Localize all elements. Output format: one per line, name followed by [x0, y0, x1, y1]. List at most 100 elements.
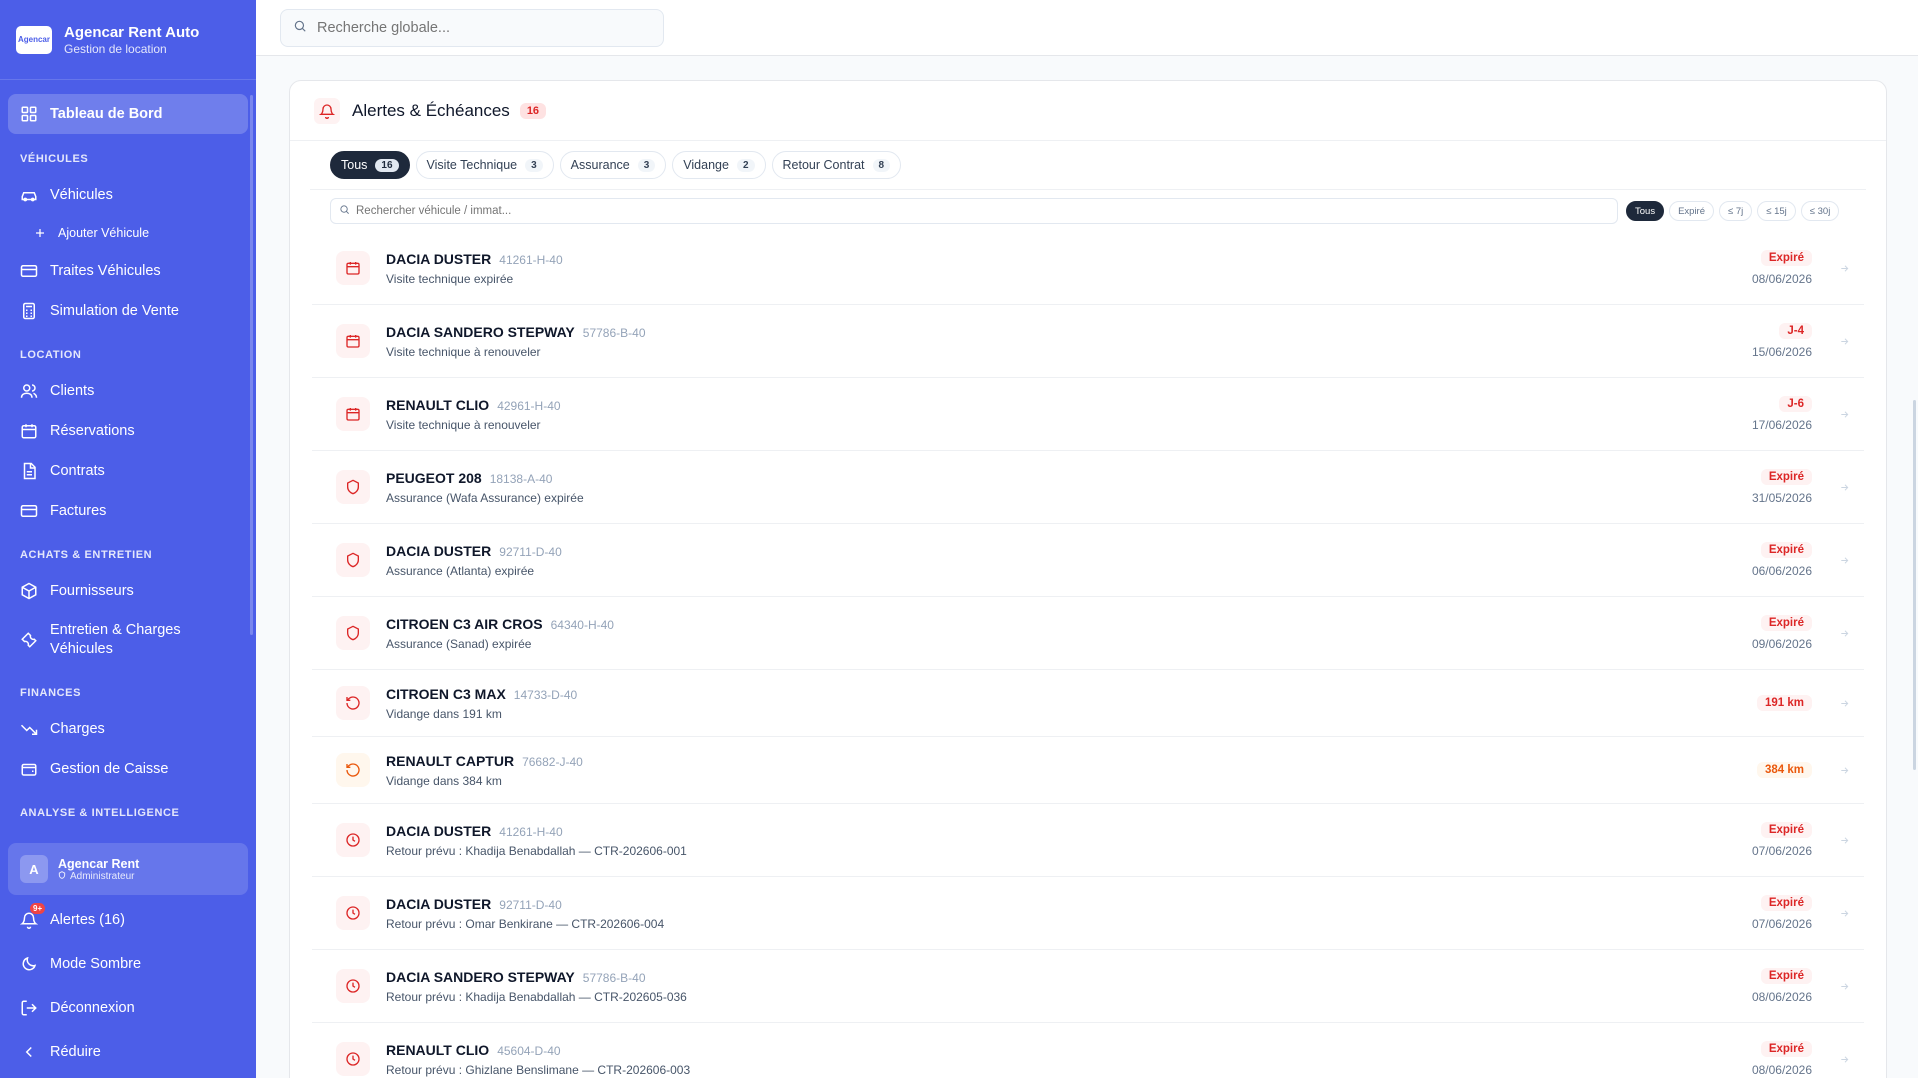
arrow-right-icon[interactable]	[1836, 333, 1852, 349]
status-badge: J-6	[1779, 396, 1812, 412]
tab-tous[interactable]: Tous 16	[330, 151, 410, 179]
chip-tous[interactable]: Tous	[1626, 201, 1665, 221]
card-title: Alertes & Échéances	[352, 100, 510, 120]
vehicle-name: RENAULT CLIO	[386, 1041, 490, 1058]
arrow-right-icon[interactable]	[1836, 552, 1852, 568]
calculator-icon	[20, 302, 38, 320]
sidebar-item-vehicules[interactable]: Véhicules	[8, 176, 248, 214]
tab-visite-technique[interactable]: Visite Technique 3	[415, 151, 554, 179]
alert-row[interactable]: DACIA SANDERO STEPWAY 57786-B-40 Visite te…	[312, 305, 1864, 378]
tab-count: 8	[872, 158, 891, 172]
arrow-right-icon[interactable]	[1836, 905, 1852, 921]
global-search[interactable]	[280, 9, 664, 47]
alert-row[interactable]: CITROEN C3 MAX 14733-D-40 Vidange dans 191…	[312, 670, 1864, 737]
chip-7j[interactable]: ≤ 7j	[1719, 201, 1753, 221]
alert-row[interactable]: DACIA DUSTER 41261-H-40 Visite technique e…	[312, 232, 1864, 305]
chip-expire[interactable]: Expiré	[1669, 201, 1715, 221]
tab-label: Tous	[341, 158, 368, 172]
alert-description: Assurance (Sanad) expirée	[386, 636, 532, 651]
dark-mode-toggle[interactable]: Mode Sombre	[8, 943, 248, 985]
alert-row[interactable]: RENAULT CAPTUR 76682-J-40 Vidange dans 384…	[312, 737, 1864, 804]
vehicle-name: DACIA SANDERO STEPWAY	[386, 323, 575, 340]
package-icon	[20, 582, 38, 600]
sidebar-item-reservations[interactable]: Réservations	[8, 412, 248, 450]
tab-assurance[interactable]: Assurance 3	[559, 151, 667, 179]
alert-row[interactable]: DACIA DUSTER 92711-D-40 Assurance (Atlanta…	[312, 524, 1864, 597]
users-icon	[20, 382, 38, 400]
tab-retour-contrat[interactable]: Retour Contrat 8	[771, 151, 902, 179]
alerts-button[interactable]: 9+ Alertes (16)	[8, 899, 248, 941]
sidebar-item-dashboard[interactable]: Tableau de Bord	[8, 94, 248, 134]
sidebar-item-fournisseurs[interactable]: Fournisseurs	[8, 572, 248, 610]
tab-count: 2	[736, 158, 755, 172]
vehicle-name: DACIA DUSTER	[386, 895, 492, 912]
tab-label: Retour Contrat	[782, 158, 865, 172]
calendar-icon	[336, 397, 370, 431]
vehicle-search-input[interactable]	[356, 205, 1609, 217]
sidebar-item-label: Gestion de Caisse	[50, 761, 169, 777]
sidebar-item-caisse[interactable]: Gestion de Caisse	[8, 750, 248, 788]
clock-icon	[336, 896, 370, 930]
sidebar-item-label: Tableau de Bord	[50, 106, 163, 122]
arrow-right-icon[interactable]	[1836, 978, 1852, 994]
sidebar-item-contrats[interactable]: Contrats	[8, 452, 248, 490]
alert-description: Assurance (Atlanta) expirée	[386, 563, 535, 578]
logout-button[interactable]: Déconnexion	[8, 987, 248, 1029]
sidebar-item-traites[interactable]: Traites Véhicules	[8, 252, 248, 290]
sidebar-item-ajouter-vehicule[interactable]: Ajouter Véhicule	[8, 216, 248, 250]
search-icon	[339, 202, 350, 220]
calendar-icon	[336, 324, 370, 358]
tab-vidange[interactable]: Vidange 2	[672, 151, 766, 179]
vehicle-plate: 92711-D-40	[499, 544, 562, 559]
sidebar-item-simulation[interactable]: Simulation de Vente	[8, 292, 248, 330]
brand[interactable]: Agencar Agencar Rent Auto Gestion de loc…	[0, 0, 256, 80]
arrow-right-icon[interactable]	[1836, 479, 1852, 495]
sidebar-item-factures[interactable]: Factures	[8, 492, 248, 530]
brand-title: Agencar Rent Auto	[64, 23, 200, 41]
alert-row[interactable]: DACIA DUSTER 41261-H-40 Retour prévu : Kha…	[312, 804, 1864, 877]
alert-description: Retour prévu : Ghizlane Benslimane — CTR…	[386, 1062, 691, 1077]
status-badge: Expiré	[1760, 542, 1812, 558]
chevron-left-icon	[20, 1043, 38, 1061]
filter-row: Tous Expiré ≤ 7j ≤ 15j ≤ 30j	[290, 198, 1886, 224]
sidebar-scrollbar[interactable]	[250, 95, 253, 635]
due-date: 08/06/2026	[1751, 272, 1812, 286]
arrow-right-icon[interactable]	[1836, 406, 1852, 422]
user-card[interactable]: A Agencar Rent Administrateur	[8, 843, 248, 895]
sidebar-item-label: Charges	[50, 721, 105, 737]
status-badge: 191 km	[1756, 695, 1812, 711]
arrow-right-icon[interactable]	[1836, 625, 1852, 641]
alert-type-tabs: Tous 16 Visite Technique 3 Assurance 3 Vida…	[290, 151, 1886, 179]
vehicle-plate: 57786-B-40	[582, 325, 646, 340]
chip-15j[interactable]: ≤ 15j	[1757, 201, 1796, 221]
arrow-right-icon[interactable]	[1836, 695, 1852, 711]
alert-row[interactable]: DACIA DUSTER 92711-D-40 Retour prévu : Oma…	[312, 877, 1864, 950]
arrow-right-icon[interactable]	[1836, 762, 1852, 778]
alert-row[interactable]: PEUGEOT 208 18138-A-40 Assurance (Wafa Ass…	[312, 451, 1864, 524]
alert-row[interactable]: RENAULT CLIO 45604-D-40 Retour prévu : Ghi…	[312, 1023, 1864, 1078]
vehicle-search[interactable]	[330, 198, 1618, 224]
alert-row[interactable]: DACIA SANDERO STEPWAY 57786-B-40 Retour pr…	[312, 950, 1864, 1023]
due-date: 17/06/2026	[1751, 418, 1812, 432]
shield-icon	[336, 616, 370, 650]
collapse-button[interactable]: Réduire	[8, 1031, 248, 1073]
alerts-badge: 9+	[30, 903, 46, 914]
arrow-right-icon[interactable]	[1836, 832, 1852, 848]
sidebar-item-charges[interactable]: Charges	[8, 710, 248, 748]
sidebar-item-entretien[interactable]: Entretien & Charges Véhicules	[8, 612, 248, 668]
car-icon	[20, 186, 38, 204]
main-scrollbar[interactable]	[1913, 400, 1916, 770]
chip-30j[interactable]: ≤ 30j	[1800, 201, 1840, 221]
arrow-right-icon[interactable]	[1836, 260, 1852, 276]
alert-description: Assurance (Wafa Assurance) expirée	[386, 490, 584, 505]
topbar	[256, 0, 1918, 56]
vehicle-name: CITROEN C3 MAX	[386, 685, 506, 702]
sidebar-item-clients[interactable]: Clients	[8, 372, 248, 410]
clock-icon	[336, 969, 370, 1003]
global-search-input[interactable]	[317, 20, 651, 36]
arrow-right-icon[interactable]	[1836, 1051, 1852, 1067]
status-badge: Expiré	[1760, 822, 1812, 838]
alert-row[interactable]: CITROEN C3 AIR CROS 64340-H-40 Assurance (…	[312, 597, 1864, 670]
sidebar-nav: Tableau de Bord VÉHICULES Véhicules Ajou…	[0, 80, 256, 828]
alert-row[interactable]: RENAULT CLIO 42961-H-40 Visite technique à…	[312, 378, 1864, 451]
